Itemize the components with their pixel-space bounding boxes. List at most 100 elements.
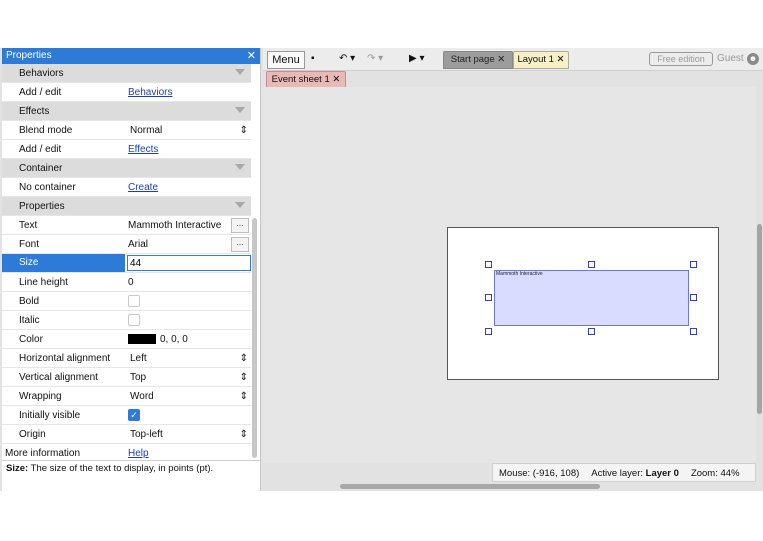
resize-handle-left[interactable] — [485, 294, 492, 301]
redo-icon[interactable]: ↷ ▾ — [367, 51, 383, 67]
checkbox[interactable] — [128, 314, 140, 326]
property-row-font: Font... Arial — [2, 235, 251, 254]
property-name: Container — [19, 162, 63, 174]
resize-handle-bottom-left[interactable] — [485, 328, 492, 335]
main-toolbar: Menu ▪ ↶ ▾ ↷ ▾ ▶ ▾ Start page ✕ Layout 1… — [263, 48, 763, 71]
color-swatch[interactable] — [128, 334, 156, 344]
property-dropdown[interactable]: Top ⇕ — [128, 372, 248, 383]
properties-title: Properties — [6, 50, 52, 61]
property-name: Add / edit — [19, 143, 62, 155]
collapse-arrow-icon[interactable] — [235, 69, 245, 75]
collapse-arrow-icon[interactable] — [235, 107, 245, 113]
property-row-origin: Origin Top-left ⇕ — [2, 425, 251, 444]
property-name: Line height — [19, 276, 68, 288]
resize-handle-top[interactable] — [588, 261, 595, 268]
property-row-size: Size — [2, 254, 251, 273]
close-icon[interactable]: ✕ — [247, 48, 256, 64]
property-name: Add / edit — [19, 86, 62, 98]
property-value: ✓ — [112, 409, 251, 421]
resize-handle-bottom-right[interactable] — [690, 328, 697, 335]
property-value: Word ⇕ — [112, 391, 251, 402]
dropdown-arrow-icon: ⇕ — [239, 371, 248, 383]
dropdown-value: Top-left — [130, 428, 163, 440]
property-name: Blend mode — [19, 124, 73, 136]
dropdown-value: Left — [130, 352, 147, 364]
property-name: No container — [19, 181, 76, 193]
property-name: Text — [19, 219, 38, 231]
tab-layout-1[interactable]: Layout 1 ✕ — [513, 51, 569, 69]
property-row-more-information: More information Help — [2, 444, 251, 459]
save-icon[interactable]: ▪ — [311, 51, 325, 67]
property-description: Size: The size of the text to display, i… — [2, 460, 260, 491]
property-value: Behaviors — [112, 87, 251, 98]
property-name: Origin — [19, 428, 46, 440]
resize-handle-top-right[interactable] — [690, 261, 697, 268]
size-input[interactable] — [127, 255, 251, 271]
resize-handle-top-left[interactable] — [485, 261, 492, 268]
section-effects[interactable]: Effects — [2, 102, 251, 121]
dropdown-arrow-icon: ⇕ — [239, 124, 248, 136]
property-dropdown[interactable]: Left ⇕ — [128, 353, 248, 364]
canvas-horizontal-scrollbar[interactable] — [340, 484, 600, 489]
property-row-no-container: No container Create — [2, 178, 251, 197]
property-text[interactable]: 0 — [128, 277, 134, 288]
collapse-arrow-icon[interactable] — [235, 164, 245, 170]
property-name: Color — [19, 333, 43, 345]
property-row-add-edit: Add / edit Behaviors — [2, 83, 251, 102]
property-value — [112, 295, 251, 307]
property-name: Initially visible — [19, 409, 81, 421]
text-object-label: Mammoth Interactive — [496, 271, 543, 277]
active-layer-prefix: Active layer: — [591, 468, 646, 479]
canvas-vertical-scrollbar[interactable] — [757, 224, 762, 414]
property-row-line-height: Line height 0 — [2, 273, 251, 292]
property-dropdown[interactable]: Top-left ⇕ — [128, 429, 248, 440]
dropdown-arrow-icon: ⇕ — [239, 352, 248, 364]
description-term: Size: — [6, 463, 29, 474]
property-row-text: Text... Mammoth Interactive — [2, 216, 251, 235]
property-link[interactable]: Effects — [128, 144, 158, 155]
property-name: Wrapping — [19, 390, 62, 402]
property-value: Effects — [112, 144, 251, 155]
section-properties[interactable]: Properties — [2, 197, 251, 216]
property-dropdown[interactable]: Normal ⇕ — [128, 125, 248, 136]
tab-start-page[interactable]: Start page ✕ — [443, 51, 513, 69]
property-value: Left ⇕ — [112, 353, 251, 364]
property-text[interactable]: Arial — [128, 239, 148, 250]
checkbox[interactable]: ✓ — [128, 409, 140, 421]
property-text[interactable]: Mammoth Interactive — [128, 220, 221, 231]
section-container[interactable]: Container — [2, 159, 251, 178]
property-link[interactable]: Behaviors — [128, 87, 172, 98]
property-row-wrapping: Wrapping Word ⇕ — [2, 387, 251, 406]
dropdown-arrow-icon: ⇕ — [239, 390, 248, 402]
property-link[interactable]: Create — [128, 182, 158, 193]
ellipsis-button[interactable]: ... — [231, 237, 249, 252]
edition-badge[interactable]: Free edition — [649, 52, 713, 66]
play-icon[interactable]: ▶ ▾ — [409, 51, 425, 67]
property-dropdown[interactable]: Word ⇕ — [128, 391, 248, 402]
property-row-bold: Bold — [2, 292, 251, 311]
resize-handle-right[interactable] — [690, 294, 697, 301]
user-icon[interactable]: ☻ — [747, 53, 759, 65]
text-object[interactable]: Mammoth Interactive — [494, 270, 689, 326]
property-value: Create — [112, 182, 251, 193]
property-value — [125, 255, 251, 271]
property-name: Effects — [19, 105, 50, 117]
collapse-arrow-icon[interactable] — [235, 202, 245, 208]
user-label[interactable]: Guest — [717, 51, 744, 67]
dropdown-value: Word — [130, 390, 154, 402]
property-name: Size — [2, 254, 125, 272]
description-text: The size of the text to display, in poin… — [28, 463, 214, 474]
resize-handle-bottom[interactable] — [588, 328, 595, 335]
section-behaviors[interactable]: Behaviors — [2, 64, 251, 83]
checkbox[interactable] — [128, 295, 140, 307]
property-row-color: Color 0, 0, 0 — [2, 330, 251, 349]
layout-canvas[interactable]: Mammoth Interactive — [263, 87, 756, 463]
ellipsis-button[interactable]: ... — [231, 218, 249, 233]
property-name: Vertical alignment — [19, 371, 98, 383]
undo-icon[interactable]: ↶ ▾ — [339, 51, 355, 67]
property-link[interactable]: Help — [128, 448, 149, 459]
property-row-add-edit: Add / edit Effects — [2, 140, 251, 159]
menu-button[interactable]: Menu — [267, 51, 305, 69]
tab-event-sheet-1[interactable]: Event sheet 1 ✕ — [266, 71, 346, 87]
properties-scrollbar[interactable] — [252, 218, 257, 458]
